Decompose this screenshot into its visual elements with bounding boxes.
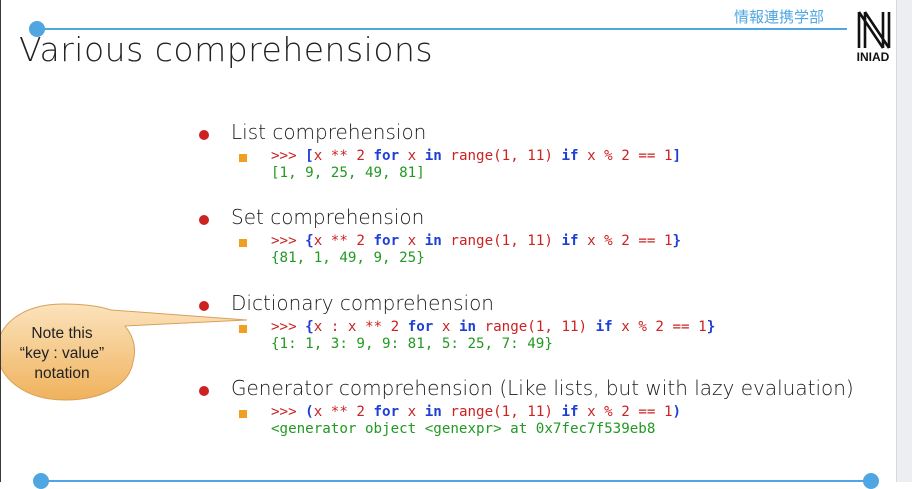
sub-bullet-square: [239, 239, 247, 247]
code-output: <generator object <genexpr> at 0x7fec7f5…: [271, 421, 656, 437]
callout-text: Note this “key : value” notation: [3, 324, 121, 384]
code-block: >>> [x ** 2 for x in range(1, 11) if x %…: [271, 148, 681, 182]
code-kw-in: in: [424, 404, 442, 420]
side-panel-edge: [896, 0, 912, 482]
code-block: >>> {x ** 2 for x in range(1, 11) if x %…: [271, 233, 681, 267]
item-heading: List comprehension: [231, 120, 427, 144]
code-var: x: [399, 404, 425, 420]
callout-line-3: notation: [34, 365, 90, 382]
code-output: {81, 1, 49, 9, 25}: [271, 250, 425, 266]
code-open: {: [305, 233, 314, 249]
department-label: 情報連携学部: [734, 8, 825, 26]
code-prompt: >>>: [271, 233, 306, 249]
code-output: {1: 1, 3: 9, 9: 81, 5: 25, 7: 49}: [271, 336, 553, 352]
code-expr: x ** 2: [313, 148, 374, 164]
code-kw-in: in: [458, 319, 477, 335]
code-block: >>> {x : x ** 2 for x in range(1, 11) if…: [271, 319, 715, 353]
item-heading: Set comprehension: [231, 205, 425, 229]
code-var: x: [399, 148, 425, 164]
code-cond: x % 2 == 1: [578, 404, 673, 420]
code-close: ]: [672, 148, 682, 164]
code-cond: x % 2 == 1: [578, 233, 673, 249]
code-prompt: >>>: [271, 319, 306, 335]
code-cond: x % 2 == 1: [612, 319, 707, 335]
item-heading: Dictionary comprehension: [231, 291, 494, 315]
callout-line-2: “key : value”: [19, 345, 105, 362]
item-heading: Generator comprehension (Like lists, but…: [231, 376, 854, 400]
code-kw-in: in: [424, 148, 442, 164]
code-kw-if: if: [561, 148, 579, 164]
bullet-dot: [199, 215, 209, 225]
code-var: x: [433, 319, 459, 335]
callout-line-1: Note this: [31, 325, 93, 342]
code-kw-if: if: [561, 404, 579, 420]
code-open: [: [305, 148, 314, 164]
slide: 情報連携学部 INIAD Various comprehensions List…: [0, 0, 897, 489]
code-kw-if: if: [595, 319, 613, 335]
sub-bullet-square: [239, 410, 247, 418]
code-close: }: [672, 233, 682, 249]
code-expr: x ** 2: [313, 233, 374, 249]
footer-rule-dot-left: [33, 473, 49, 489]
code-output: [1, 9, 25, 49, 81]: [271, 165, 425, 181]
slide-title: Various comprehensions: [19, 30, 434, 69]
code-cond: x % 2 == 1: [578, 148, 673, 164]
bullet-dot: [199, 130, 209, 140]
logo-text: INIAD: [856, 50, 890, 64]
code-expr: x ** 2: [313, 404, 374, 420]
code-kw-if: if: [561, 233, 579, 249]
code-var: x: [399, 233, 425, 249]
code-kw-for: for: [373, 404, 400, 420]
iniad-logo: INIAD: [853, 8, 893, 70]
code-rest: range(1, 11): [441, 404, 562, 420]
code-block: >>> (x ** 2 for x in range(1, 11) if x %…: [271, 404, 681, 438]
code-kw-for: for: [373, 233, 400, 249]
code-kw-for: for: [373, 148, 400, 164]
sub-bullet-square: [239, 154, 247, 162]
code-rest: range(1, 11): [441, 233, 562, 249]
code-close: }: [706, 319, 716, 335]
code-open: {: [305, 319, 314, 335]
code-close: ): [672, 404, 682, 420]
code-rest: range(1, 11): [476, 319, 596, 335]
code-kw-for: for: [407, 319, 434, 335]
code-open: (: [305, 404, 314, 420]
iniad-logo-mark: [857, 11, 891, 49]
code-expr: x : x ** 2: [313, 319, 408, 335]
code-kw-in: in: [424, 233, 442, 249]
footer-rule-dot-right: [863, 473, 879, 489]
code-prompt: >>>: [271, 404, 306, 420]
code-rest: range(1, 11): [441, 148, 562, 164]
code-prompt: >>>: [271, 148, 306, 164]
